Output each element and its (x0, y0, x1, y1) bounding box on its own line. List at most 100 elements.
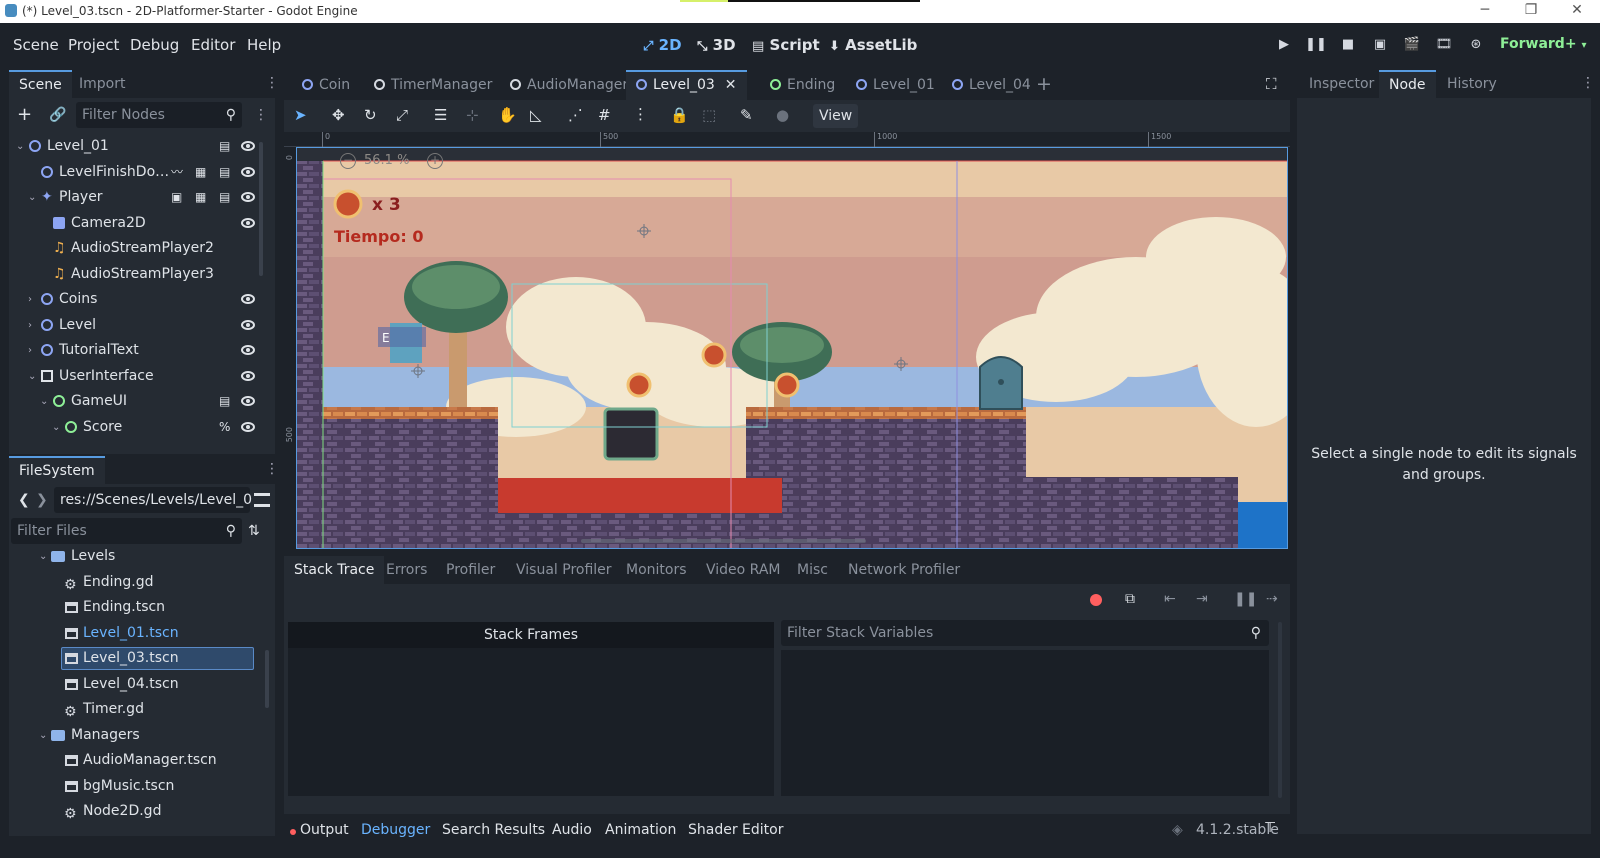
filter-stack-variables-input[interactable]: Filter Stack Variables ⚲ (781, 620, 1269, 646)
stop-button[interactable]: ■ (1335, 34, 1361, 56)
pan-mode-icon[interactable]: ✋ (498, 106, 517, 124)
tab-import[interactable]: Import (69, 70, 135, 98)
file-item[interactable]: Ending.tscn (9, 595, 259, 620)
workspace-3d-button[interactable]: ⤡ 3D (697, 36, 736, 54)
snap-options-icon[interactable]: ⋮ (633, 105, 648, 123)
file-item[interactable]: Level_04.tscn (9, 672, 259, 697)
eye-icon[interactable] (241, 319, 255, 330)
scene-tree-options-icon[interactable]: ⋮ (254, 107, 268, 123)
menu-help[interactable]: Help (247, 36, 281, 54)
debugger-scrollbar[interactable] (1278, 622, 1282, 798)
bottom-bar-search-results[interactable]: Search Results (442, 822, 545, 838)
zoom-in-button[interactable]: + (427, 153, 443, 169)
ruler-mode-icon[interactable]: ◺ (530, 106, 542, 124)
scene-tree-row[interactable]: ⌄ ✦ Player ▤ ▦ ▣ (9, 185, 259, 210)
file-item[interactable]: Level_03.tscn (9, 646, 259, 671)
step-over-icon[interactable]: ⇥ (1196, 591, 1208, 607)
file-item[interactable]: AudioManager.tscn (9, 748, 259, 773)
eye-icon[interactable] (241, 294, 255, 304)
chevron-down-icon[interactable]: ⌄ (52, 415, 60, 440)
eye-icon[interactable] (241, 396, 255, 406)
chevron-right-icon[interactable]: › (28, 338, 32, 363)
debugger-tab[interactable]: Errors (376, 556, 437, 584)
scene-tree-row[interactable]: › TutorialText (9, 338, 259, 363)
scene-tree-row[interactable]: › Coins (9, 287, 259, 312)
file-item[interactable]: Level_01.tscn (9, 621, 259, 646)
workspace-assetlib-button[interactable]: ⬇ AssetLib (829, 36, 917, 54)
maximize-button[interactable]: ❐ (1508, 0, 1554, 23)
scene-tree-row[interactable]: › Level (9, 313, 259, 338)
scene-tree-row[interactable]: Camera2D (9, 211, 259, 236)
close-tab-icon[interactable]: ✕ (725, 77, 737, 93)
link-icon[interactable]: 🔗 (49, 107, 66, 123)
play-scene-button[interactable]: 🎬 (1399, 34, 1425, 56)
list-select-icon[interactable]: ☰ (434, 106, 447, 124)
bottom-bar-shader-editor[interactable]: Shader Editor (688, 822, 783, 838)
scene-tab[interactable]: TimerManager (364, 70, 502, 100)
signal-icon[interactable]: 〰 (171, 160, 183, 185)
scene-tree-scrollbar[interactable] (259, 142, 263, 276)
chevron-down-icon[interactable]: ⌄ (39, 723, 47, 748)
group-icon[interactable]: ⬚ (702, 106, 716, 124)
tab-inspector[interactable]: Inspector (1299, 70, 1384, 98)
script-icon[interactable]: ▤ (219, 160, 230, 185)
tab-history[interactable]: History (1437, 70, 1507, 98)
workspace-2d-button[interactable]: ⤢ 2D (643, 36, 682, 54)
percent-icon[interactable]: % (219, 415, 230, 440)
scale-mode-icon[interactable]: ⤢ (396, 106, 408, 124)
group-icon[interactable]: ▦ (195, 160, 206, 185)
copy-icon[interactable]: ⧉ (1125, 591, 1135, 607)
forward-icon[interactable]: ❯ (36, 492, 48, 508)
filesystem-menu-icon[interactable]: ⋮ (265, 461, 279, 477)
scene-tab[interactable]: Level_01 (846, 70, 945, 100)
menu-scene[interactable]: Scene (13, 36, 59, 54)
chevron-down-icon[interactable]: ⌄ (40, 389, 48, 414)
continue-icon[interactable]: ⇢ (1266, 591, 1278, 607)
record-icon[interactable] (1090, 594, 1102, 606)
canvas-viewport[interactable]: E x 3 Tiempo: 0 − 56.1 % + (296, 147, 1288, 549)
right-dock-menu-icon[interactable]: ⋮ (1581, 75, 1595, 91)
camera-override-icon[interactable]: ● (776, 106, 789, 124)
select-mode-icon[interactable]: ➤ (294, 106, 307, 124)
play-custom-scene-button[interactable]: 🎞 (1431, 34, 1457, 56)
scene-tree-row[interactable]: ♫ AudioStreamPlayer2 (9, 236, 259, 261)
script-icon[interactable]: ▤ (219, 134, 230, 159)
step-into-icon[interactable]: ⇤ (1164, 591, 1176, 607)
split-view-icon[interactable] (254, 493, 270, 507)
skeleton-icon[interactable]: ✎ (740, 106, 753, 124)
lock-icon[interactable]: 🔒 (670, 106, 689, 124)
bottom-bar-debugger[interactable]: Debugger (361, 822, 430, 838)
chevron-down-icon[interactable]: ⌄ (16, 134, 24, 159)
bottom-bar-audio[interactable]: Audio (552, 822, 592, 838)
scene-dock-menu-icon[interactable]: ⋮ (265, 75, 279, 91)
file-item[interactable]: ⚙ Node2D.gd (9, 799, 259, 824)
chevron-right-icon[interactable]: › (28, 313, 32, 338)
zoom-level[interactable]: 56.1 % (364, 153, 409, 168)
eye-icon[interactable] (241, 370, 255, 381)
view-menu-button[interactable]: View (813, 104, 859, 128)
sort-icon[interactable]: ⇅ (248, 523, 260, 539)
file-item[interactable]: ⚙ Timer.gd (9, 697, 259, 722)
file-tree-scrollbar[interactable] (265, 650, 269, 708)
chevron-down-icon[interactable]: ⌄ (28, 185, 36, 210)
menu-project[interactable]: Project (68, 36, 119, 54)
play-button[interactable]: ▶ (1271, 34, 1297, 56)
scene-tree-row[interactable]: ⌄ UserInterface (9, 364, 259, 389)
debugger-tab[interactable]: Video RAM (696, 556, 791, 584)
scene-tree-row[interactable]: LevelFinishDo… ▤ ▦ 〰 (9, 160, 259, 185)
close-window-button[interactable]: ✕ (1554, 0, 1600, 23)
scene-tree-row[interactable]: ⌄ GameUI ▤ (9, 389, 259, 414)
file-item[interactable]: ⚙ Ending.gd (9, 570, 259, 595)
move-mode-icon[interactable]: ✥ (332, 106, 345, 124)
smart-snap-icon[interactable]: ⋰ (568, 106, 583, 124)
scene-tree-row[interactable]: ♫ AudioStreamPlayer3 (9, 262, 259, 287)
rotate-mode-icon[interactable]: ↻ (364, 106, 377, 124)
distraction-free-icon[interactable]: ⛶ (1266, 75, 1277, 93)
debugger-tab[interactable]: Profiler (436, 556, 505, 584)
debugger-tab[interactable]: Network Profiler (838, 556, 970, 584)
add-node-icon[interactable]: + (17, 104, 32, 125)
debugger-tab[interactable]: Visual Profiler (506, 556, 622, 584)
debugger-tab[interactable]: Stack Trace (284, 556, 385, 584)
eye-icon[interactable] (241, 345, 255, 355)
pivot-mode-icon[interactable]: ⊹ (466, 106, 479, 124)
